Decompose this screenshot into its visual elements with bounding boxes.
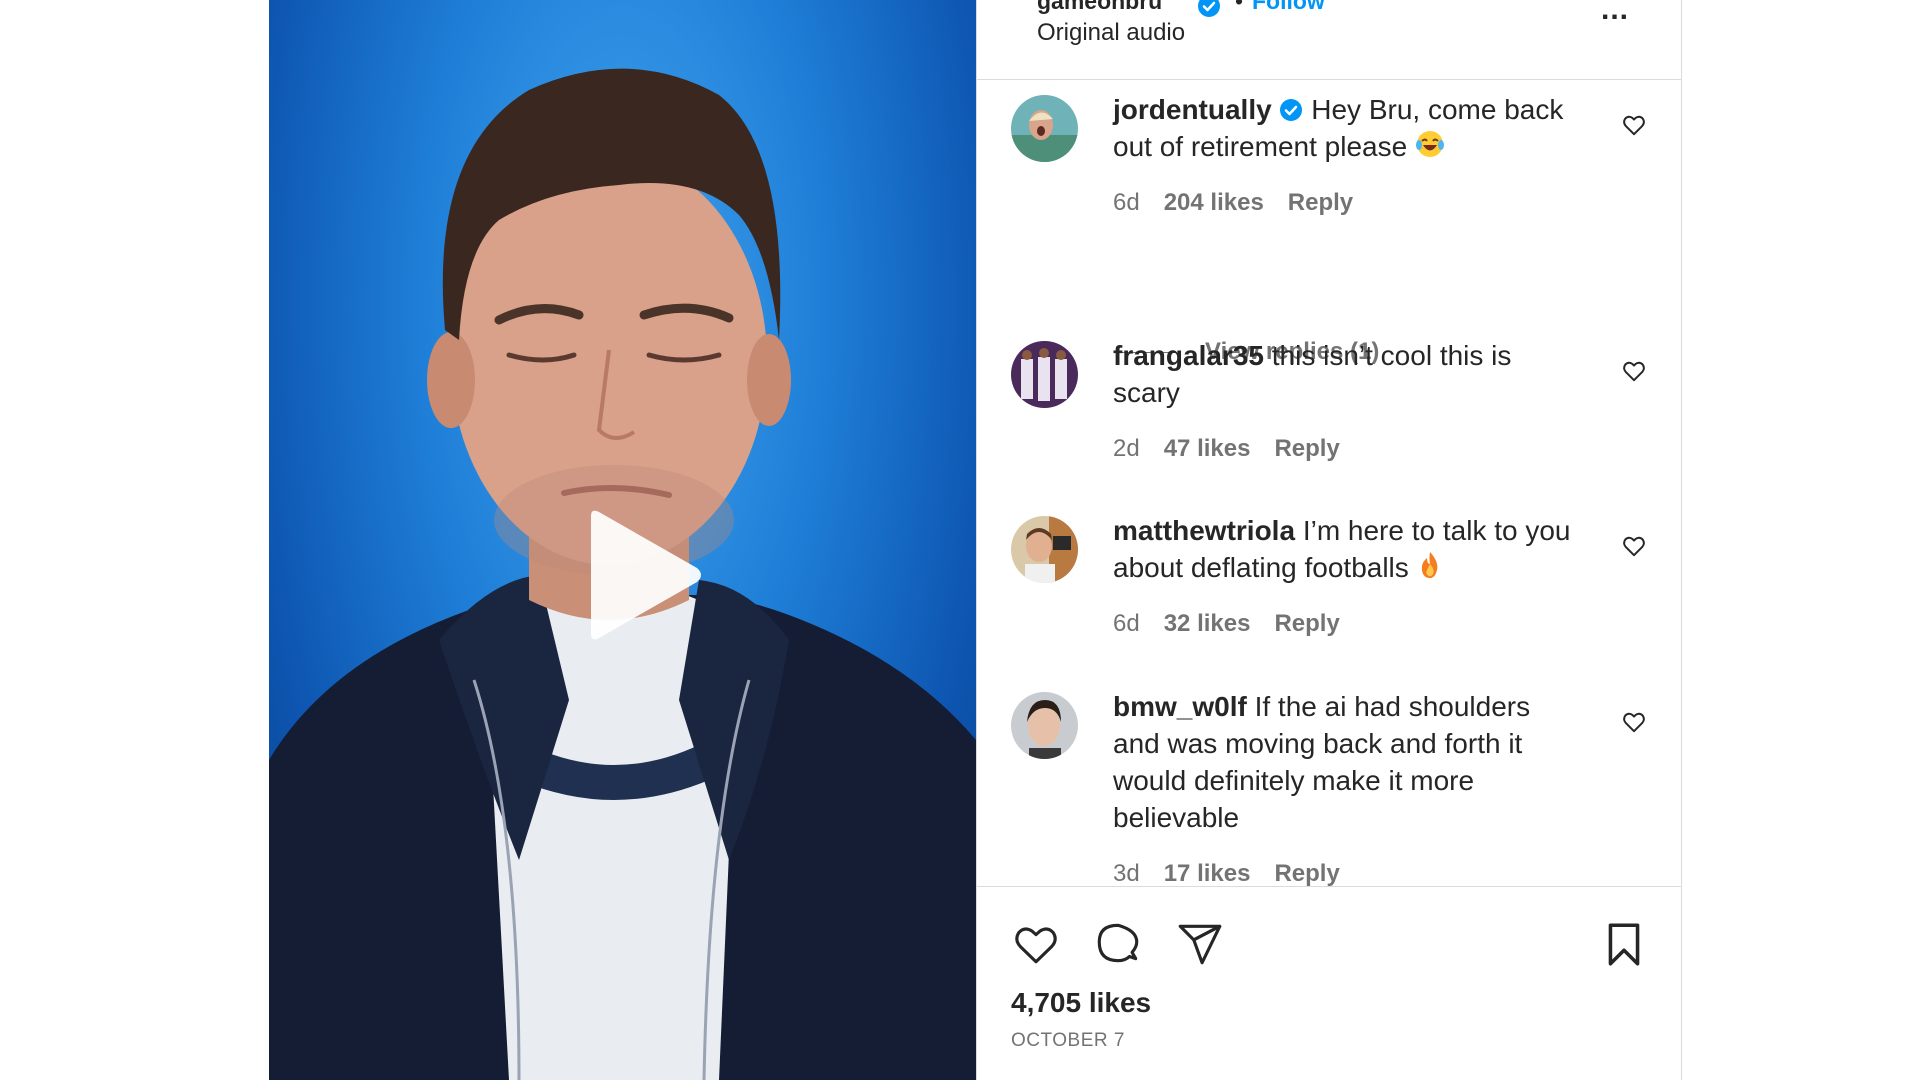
save-button[interactable] (1599, 919, 1649, 969)
comment-username[interactable]: jordentually (1113, 94, 1272, 125)
more-options-icon[interactable]: ... (1601, 0, 1629, 25)
comment-meta: 6d 32 likes Reply (1113, 610, 1364, 638)
avatar[interactable] (1011, 516, 1078, 583)
comment-age: 6d (1113, 189, 1140, 216)
comment-likes[interactable]: 204 likes (1164, 189, 1264, 216)
avatar[interactable] (1011, 692, 1078, 759)
verified-badge-icon (1279, 94, 1303, 125)
reply-button[interactable]: Reply (1274, 860, 1339, 886)
paper-plane-icon (1178, 924, 1222, 965)
comments-list[interactable]: jordentually Hey Bru, come back out of r… (977, 80, 1681, 886)
follow-button[interactable]: Follow (1252, 0, 1325, 15)
header-separator: • (1235, 0, 1244, 14)
post-action-bar: 4,705 likes OCTOBER 7 (977, 886, 1681, 1081)
post-header: gameonbru • Follow Original audio ... (977, 0, 1681, 80)
play-button[interactable] (559, 500, 709, 650)
avatar[interactable] (1011, 95, 1078, 162)
bookmark-icon (1608, 923, 1640, 966)
comment-button[interactable] (1093, 919, 1143, 969)
post-author-username[interactable]: gameonbru (1037, 0, 1162, 15)
original-audio-link[interactable]: Original audio (1037, 19, 1185, 47)
comment-age: 3d (1113, 860, 1140, 886)
comment-text: matthewtriola I’m here to talk to you ab… (1113, 512, 1583, 589)
comment-age: 6d (1113, 610, 1140, 637)
reply-button[interactable]: Reply (1274, 435, 1339, 462)
comment-text: frangalar35 this isn’t cool this is scar… (1113, 337, 1583, 411)
comment-username[interactable]: matthewtriola (1113, 515, 1295, 546)
laughing-tears-emoji-icon (1415, 129, 1445, 168)
comment-like-heart-icon[interactable] (1621, 709, 1647, 735)
reel-video-player[interactable] (269, 0, 976, 1080)
like-button[interactable] (1011, 919, 1061, 969)
reply-button[interactable]: Reply (1288, 189, 1353, 216)
comment-likes[interactable]: 32 likes (1164, 610, 1251, 637)
avatar[interactable] (1011, 341, 1078, 408)
comment-like-heart-icon[interactable] (1621, 533, 1647, 559)
comment-age: 2d (1113, 435, 1140, 462)
comment-meta: 2d 47 likes Reply (1113, 435, 1364, 463)
heart-icon (1015, 927, 1057, 964)
post-sidebar: gameonbru • Follow Original audio ... jo… (976, 0, 1682, 1080)
comment-likes[interactable]: 17 likes (1164, 860, 1251, 886)
share-button[interactable] (1175, 919, 1225, 969)
post-likes-count[interactable]: 4,705 likes (1011, 987, 1151, 1019)
comment-text: bmw_w0lf If the ai had shoulders and was… (1113, 688, 1583, 836)
comment-text: jordentually Hey Bru, come back out of r… (1113, 91, 1583, 168)
comment-meta: 3d 17 likes Reply (1113, 860, 1364, 886)
play-icon (591, 510, 701, 640)
reply-button[interactable]: Reply (1274, 610, 1339, 637)
comment-like-heart-icon[interactable] (1621, 358, 1647, 384)
comment-username[interactable]: frangalar35 (1113, 340, 1264, 371)
comment-like-heart-icon[interactable] (1621, 112, 1647, 138)
comment-username[interactable]: bmw_w0lf (1113, 691, 1247, 722)
comment-likes[interactable]: 47 likes (1164, 435, 1251, 462)
post-date: OCTOBER 7 (1011, 1030, 1125, 1051)
comment-meta: 6d 204 likes Reply (1113, 189, 1377, 217)
fire-emoji-icon (1417, 550, 1443, 589)
comment-bubble-icon (1097, 923, 1139, 963)
verified-badge-icon (1197, 0, 1221, 23)
